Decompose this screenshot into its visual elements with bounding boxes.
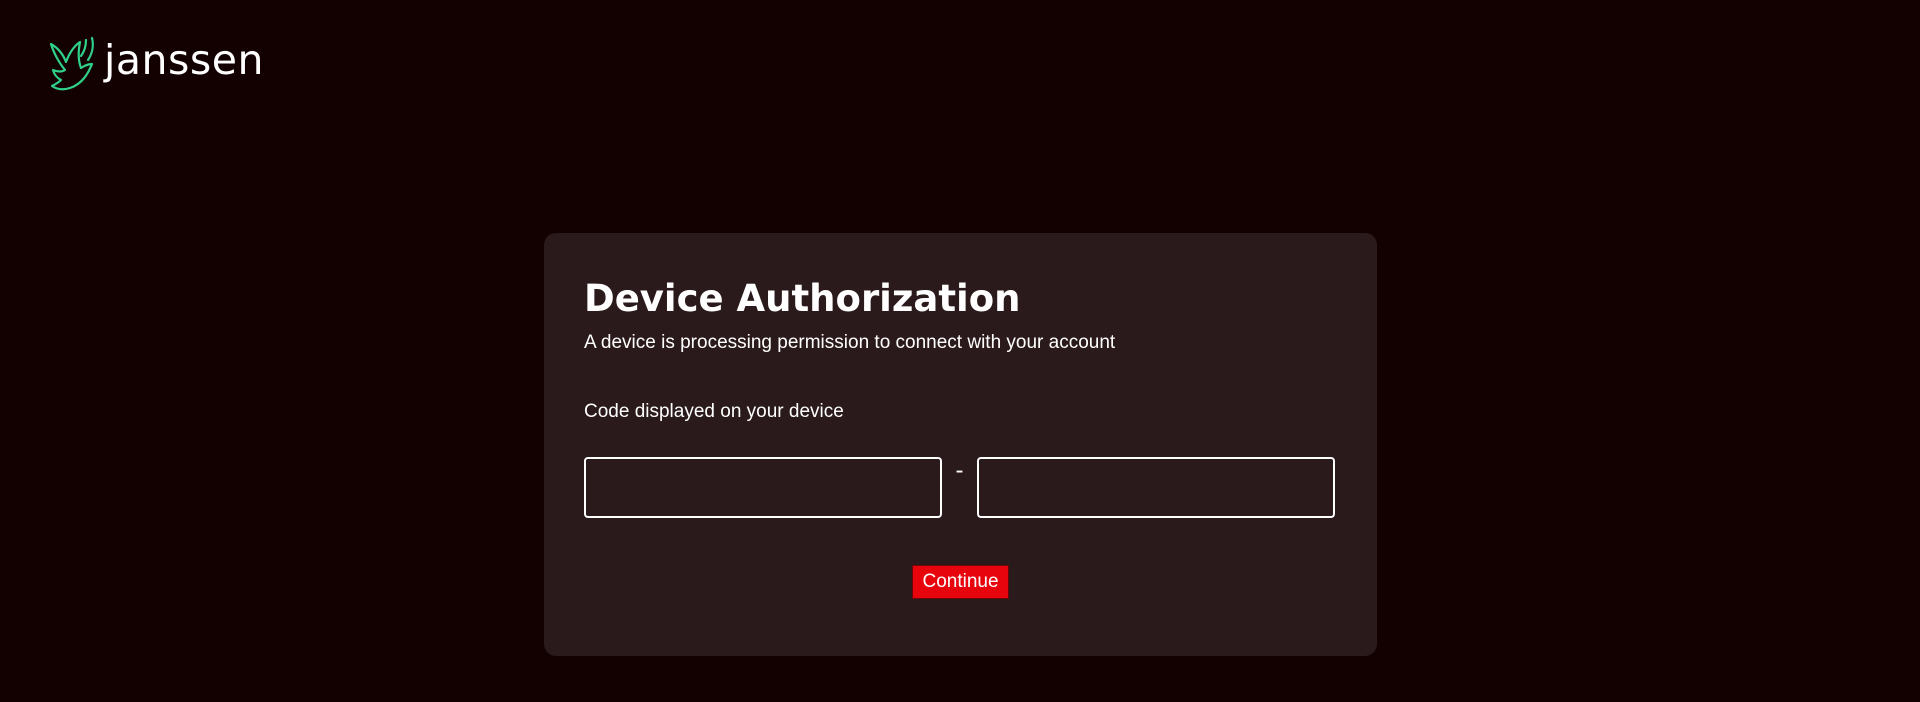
actions: Continue	[584, 564, 1337, 599]
code-part-1-input[interactable]	[584, 456, 942, 518]
page-title: Device Authorization	[584, 277, 1021, 320]
device-authorization-card: Device Authorization A device is process…	[544, 233, 1377, 656]
code-separator: -	[955, 456, 964, 484]
logo-text: janssen	[104, 35, 264, 84]
header: janssen	[48, 34, 264, 94]
page-subtitle: A device is processing permission to con…	[584, 331, 1116, 353]
code-input-row: -	[584, 456, 1337, 518]
bird-icon	[49, 36, 94, 91]
code-part-2-input[interactable]	[977, 456, 1335, 518]
code-label: Code displayed on your device	[584, 400, 844, 422]
continue-button[interactable]: Continue	[912, 564, 1009, 599]
